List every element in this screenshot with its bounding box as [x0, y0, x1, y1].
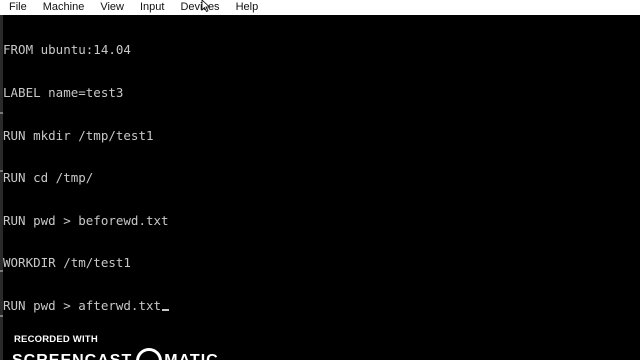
terminal-line: RUN pwd > beforewd.txt: [3, 212, 169, 228]
vm-window: File Machine View Input Devices Help FRO…: [0, 0, 640, 360]
menu-devices[interactable]: Devices: [180, 0, 219, 15]
terminal-line: FROM ubuntu:14.04: [3, 42, 131, 58]
watermark-brand-part1: SCREENCAST: [12, 352, 132, 360]
screencast-watermark: RECORDED WITH SCREENCAST MATIC: [12, 334, 218, 360]
watermark-brand: SCREENCAST MATIC: [12, 348, 219, 360]
screencast-logo-icon: [136, 348, 163, 360]
menu-help[interactable]: Help: [236, 0, 259, 15]
terminal-line-current: RUN pwd > afterwd.txt: [3, 297, 640, 313]
menu-file[interactable]: File: [9, 0, 27, 15]
terminal-line: LABEL name=test3: [3, 85, 124, 100]
watermark-recorded-with: RECORDED WITH: [14, 334, 98, 345]
watermark-brand-part2: MATIC: [164, 352, 218, 360]
menu-view[interactable]: View: [100, 0, 124, 15]
terminal-line: WORKDIR /tm/test1: [3, 255, 131, 271]
menu-machine[interactable]: Machine: [43, 0, 85, 15]
arrow-cursor-icon: [201, 0, 211, 12]
menu-bar: File Machine View Input Devices Help: [0, 0, 640, 15]
terminal-line-text: RUN pwd > afterwd.txt: [3, 297, 162, 313]
menu-input[interactable]: Input: [140, 0, 164, 15]
terminal-line: RUN mkdir /tmp/test1: [3, 127, 154, 143]
terminal-line: RUN cd /tmp/: [3, 170, 94, 186]
text-cursor: [162, 308, 170, 311]
terminal-screen[interactable]: FROM ubuntu:14.04 LABEL name=test3 RUN m…: [3, 15, 640, 360]
